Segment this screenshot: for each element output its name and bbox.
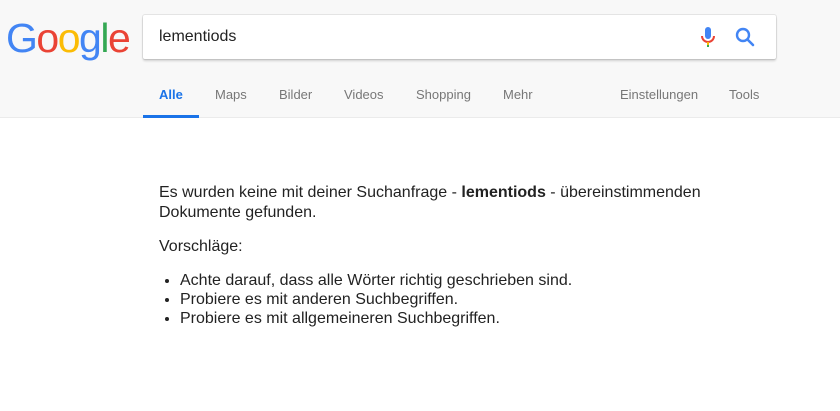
suggestions-title: Vorschläge: <box>159 238 243 255</box>
search-box <box>143 15 776 59</box>
tab-mehr[interactable]: Mehr <box>503 78 533 118</box>
logo-letter: G <box>6 15 38 61</box>
suggestion-item: Achte darauf, dass alle Wörter richtig g… <box>180 271 759 290</box>
tab-videos[interactable]: Videos <box>344 78 384 118</box>
microphone-icon[interactable] <box>696 25 720 49</box>
logo-letter: g <box>79 15 102 61</box>
no-results-message: Es wurden keine mit deiner Suchanfrage -… <box>159 183 759 223</box>
no-results-panel: Es wurden keine mit deiner Suchanfrage -… <box>159 183 759 328</box>
search-tabs: Alle Maps Bilder Videos Shopping Mehr Ei… <box>0 78 840 118</box>
search-input[interactable] <box>159 15 679 59</box>
tab-bilder[interactable]: Bilder <box>279 78 312 118</box>
no-results-prefix: Es wurden keine mit deiner Suchanfrage - <box>159 184 462 201</box>
google-logo[interactable]: Google <box>6 15 131 61</box>
suggestion-item: Probiere es mit allgemeineren Suchbegrif… <box>180 309 759 328</box>
no-results-query: lementiods <box>461 184 546 201</box>
suggestion-item: Probiere es mit anderen Suchbegriffen. <box>180 290 759 309</box>
tab-shopping[interactable]: Shopping <box>416 78 471 118</box>
tab-maps[interactable]: Maps <box>215 78 247 118</box>
logo-letter: o <box>57 15 81 61</box>
search-icon[interactable] <box>733 25 757 49</box>
tools-link[interactable]: Tools <box>729 78 759 118</box>
logo-letter: o <box>36 15 59 61</box>
settings-link[interactable]: Einstellungen <box>620 78 698 118</box>
header: Google Alle Maps Bilder Videos Shopping … <box>0 0 840 118</box>
tab-alle[interactable]: Alle <box>143 78 199 118</box>
suggestions-list: Achte darauf, dass alle Wörter richtig g… <box>159 271 759 328</box>
logo-letter: l <box>100 15 109 61</box>
logo-letter: e <box>107 15 131 61</box>
